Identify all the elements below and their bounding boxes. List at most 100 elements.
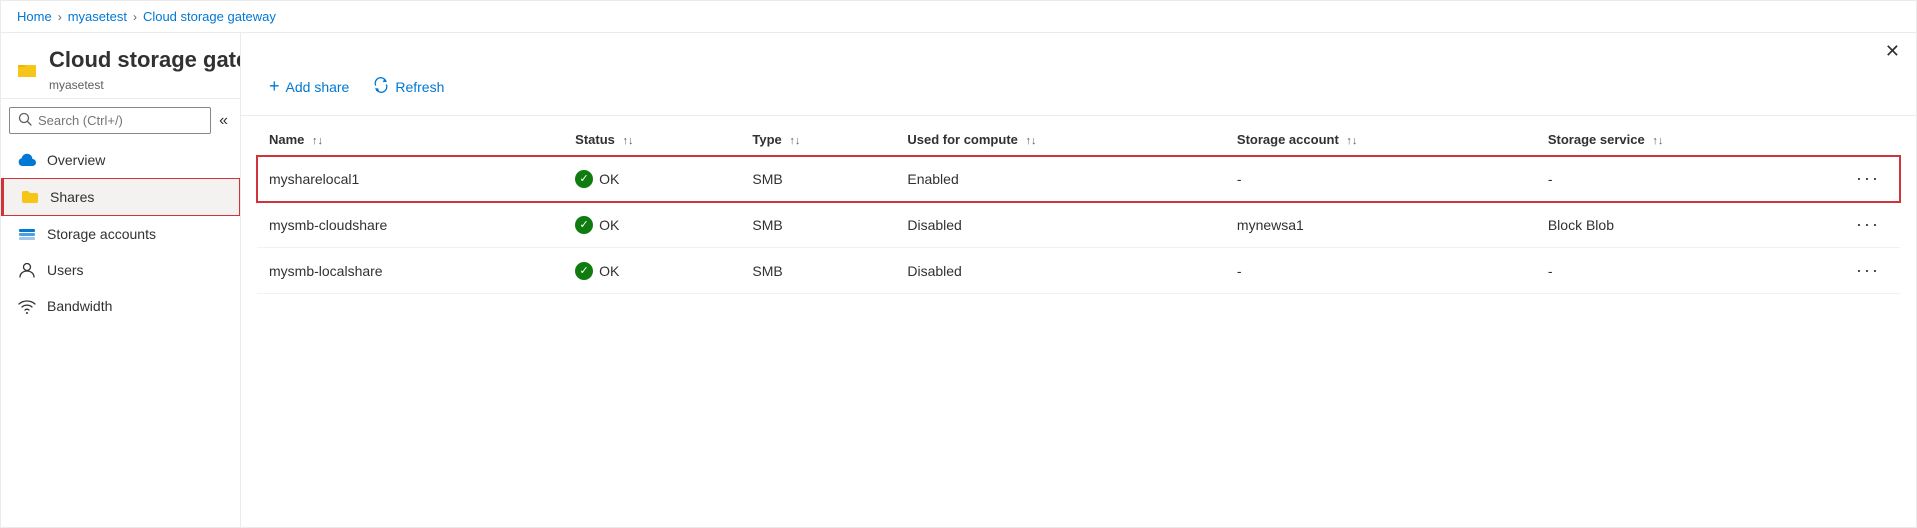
sidebar-item-label-overview: Overview: [47, 152, 105, 168]
table-row[interactable]: mysmb-cloudshare ✓ OK SMB Disabled mynew…: [257, 202, 1900, 248]
status-ok-indicator: ✓ OK: [575, 170, 728, 188]
page-container: Home › myasetest › Cloud storage gateway: [0, 0, 1917, 528]
table-body: mysharelocal1 ✓ OK SMB Enabled - -: [257, 156, 1900, 294]
resource-title: Cloud storage gateway: [49, 47, 241, 72]
breadcrumb-current: Cloud storage gateway: [143, 9, 276, 24]
col-status-label: Status: [575, 132, 615, 147]
sidebar-item-overview[interactable]: Overview: [1, 142, 240, 178]
sidebar-page-header: Cloud storage gateway | Shares: [1, 33, 240, 99]
row-more-button[interactable]: ···: [1848, 166, 1888, 191]
cell-storage-service: -: [1536, 156, 1836, 202]
cell-type: SMB: [740, 248, 895, 294]
cell-type: SMB: [740, 202, 895, 248]
main-layout: Cloud storage gateway | Shares: [1, 33, 1916, 527]
add-icon: +: [269, 76, 280, 97]
col-status[interactable]: Status ↑↓: [563, 124, 740, 156]
col-compute-label: Used for compute: [907, 132, 1018, 147]
page-title: Cloud storage gateway | Shares: [49, 45, 241, 76]
wifi-icon: [17, 296, 37, 316]
refresh-button[interactable]: Refresh: [361, 71, 456, 102]
table-header: Name ↑↓ Status ↑↓ Type ↑↓: [257, 124, 1900, 156]
breadcrumb-resource[interactable]: myasetest: [68, 9, 127, 24]
sidebar-item-bandwidth[interactable]: Bandwidth: [1, 288, 240, 324]
check-icon: ✓: [575, 216, 593, 234]
refresh-icon: [373, 77, 389, 96]
row-more-button[interactable]: ···: [1848, 212, 1888, 237]
check-icon: ✓: [575, 262, 593, 280]
cell-name: mysmb-localshare: [257, 248, 563, 294]
cell-name: mysmb-cloudshare: [257, 202, 563, 248]
sort-icon-status: ↑↓: [623, 135, 634, 147]
breadcrumb: Home › myasetest › Cloud storage gateway: [1, 1, 1916, 33]
sidebar-item-label-bandwidth: Bandwidth: [47, 298, 112, 314]
table-row[interactable]: mysmb-localshare ✓ OK SMB Disabled - -: [257, 248, 1900, 294]
cell-compute: Enabled: [895, 156, 1225, 202]
header-text: Cloud storage gateway | Shares: [49, 45, 241, 92]
status-text: OK: [599, 217, 619, 233]
folder-nav-icon: [20, 187, 40, 207]
search-icon: [18, 112, 32, 129]
col-storage-account-label: Storage account: [1237, 132, 1339, 147]
search-row: «: [1, 99, 240, 142]
folder-icon-large: [17, 59, 37, 79]
table-container: Name ↑↓ Status ↑↓ Type ↑↓: [241, 116, 1916, 527]
add-share-button[interactable]: + Add share: [257, 70, 361, 103]
status-text: OK: [599, 171, 619, 187]
cell-status: ✓ OK: [563, 248, 740, 294]
cell-name: mysharelocal1: [257, 156, 563, 202]
status-ok-indicator: ✓ OK: [575, 216, 728, 234]
cell-storage-service: -: [1536, 248, 1836, 294]
add-share-label: Add share: [286, 79, 350, 95]
sidebar-nav: Overview Shares: [1, 142, 240, 324]
col-type[interactable]: Type ↑↓: [740, 124, 895, 156]
cell-compute: Disabled: [895, 248, 1225, 294]
sidebar-item-label-shares: Shares: [50, 189, 94, 205]
sidebar-item-label-storage: Storage accounts: [47, 226, 156, 242]
sort-icon-storage-account: ↑↓: [1346, 135, 1357, 147]
sidebar-item-label-users: Users: [47, 262, 84, 278]
toolbar: + Add share Refresh: [241, 66, 1916, 116]
breadcrumb-sep1: ›: [58, 10, 62, 24]
cell-compute: Disabled: [895, 202, 1225, 248]
sidebar-item-storage-accounts[interactable]: Storage accounts: [1, 216, 240, 252]
col-storage-service-label: Storage service: [1548, 132, 1645, 147]
sort-icon-storage-service: ↑↓: [1652, 135, 1663, 147]
cell-storage-service: Block Blob: [1536, 202, 1836, 248]
sidebar-item-shares[interactable]: Shares: [1, 178, 240, 216]
cell-storage-account: mynewsa1: [1225, 202, 1536, 248]
cell-status: ✓ OK: [563, 156, 740, 202]
col-used-for-compute[interactable]: Used for compute ↑↓: [895, 124, 1225, 156]
col-type-label: Type: [752, 132, 781, 147]
cell-storage-account: -: [1225, 248, 1536, 294]
cell-storage-account: -: [1225, 156, 1536, 202]
cell-more-actions: ···: [1836, 156, 1900, 202]
close-button[interactable]: ✕: [1877, 37, 1908, 66]
cell-status: ✓ OK: [563, 202, 740, 248]
cell-more-actions: ···: [1836, 202, 1900, 248]
row-more-button[interactable]: ···: [1848, 258, 1888, 283]
sidebar: Cloud storage gateway | Shares: [1, 33, 241, 527]
content-area: ✕ + Add share: [241, 33, 1916, 527]
user-icon: [17, 260, 37, 280]
collapse-sidebar-button[interactable]: «: [215, 108, 232, 134]
search-input[interactable]: [38, 113, 202, 128]
sidebar-item-users[interactable]: Users: [1, 252, 240, 288]
check-icon: ✓: [575, 170, 593, 188]
cell-type: SMB: [740, 156, 895, 202]
sort-icon-compute: ↑↓: [1026, 135, 1037, 147]
breadcrumb-home[interactable]: Home: [17, 9, 52, 24]
status-ok-indicator: ✓ OK: [575, 262, 728, 280]
table-row[interactable]: mysharelocal1 ✓ OK SMB Enabled - -: [257, 156, 1900, 202]
col-name[interactable]: Name ↑↓: [257, 124, 563, 156]
col-storage-service[interactable]: Storage service ↑↓: [1536, 124, 1836, 156]
storage-icon: [17, 224, 37, 244]
cloud-icon: [17, 150, 37, 170]
breadcrumb-sep2: ›: [133, 10, 137, 24]
col-name-label: Name: [269, 132, 304, 147]
page-subtitle: myasetest: [49, 78, 241, 92]
status-text: OK: [599, 263, 619, 279]
col-storage-account[interactable]: Storage account ↑↓: [1225, 124, 1536, 156]
cell-more-actions: ···: [1836, 248, 1900, 294]
header-left: Cloud storage gateway | Shares: [17, 45, 241, 92]
col-actions: [1836, 124, 1900, 156]
